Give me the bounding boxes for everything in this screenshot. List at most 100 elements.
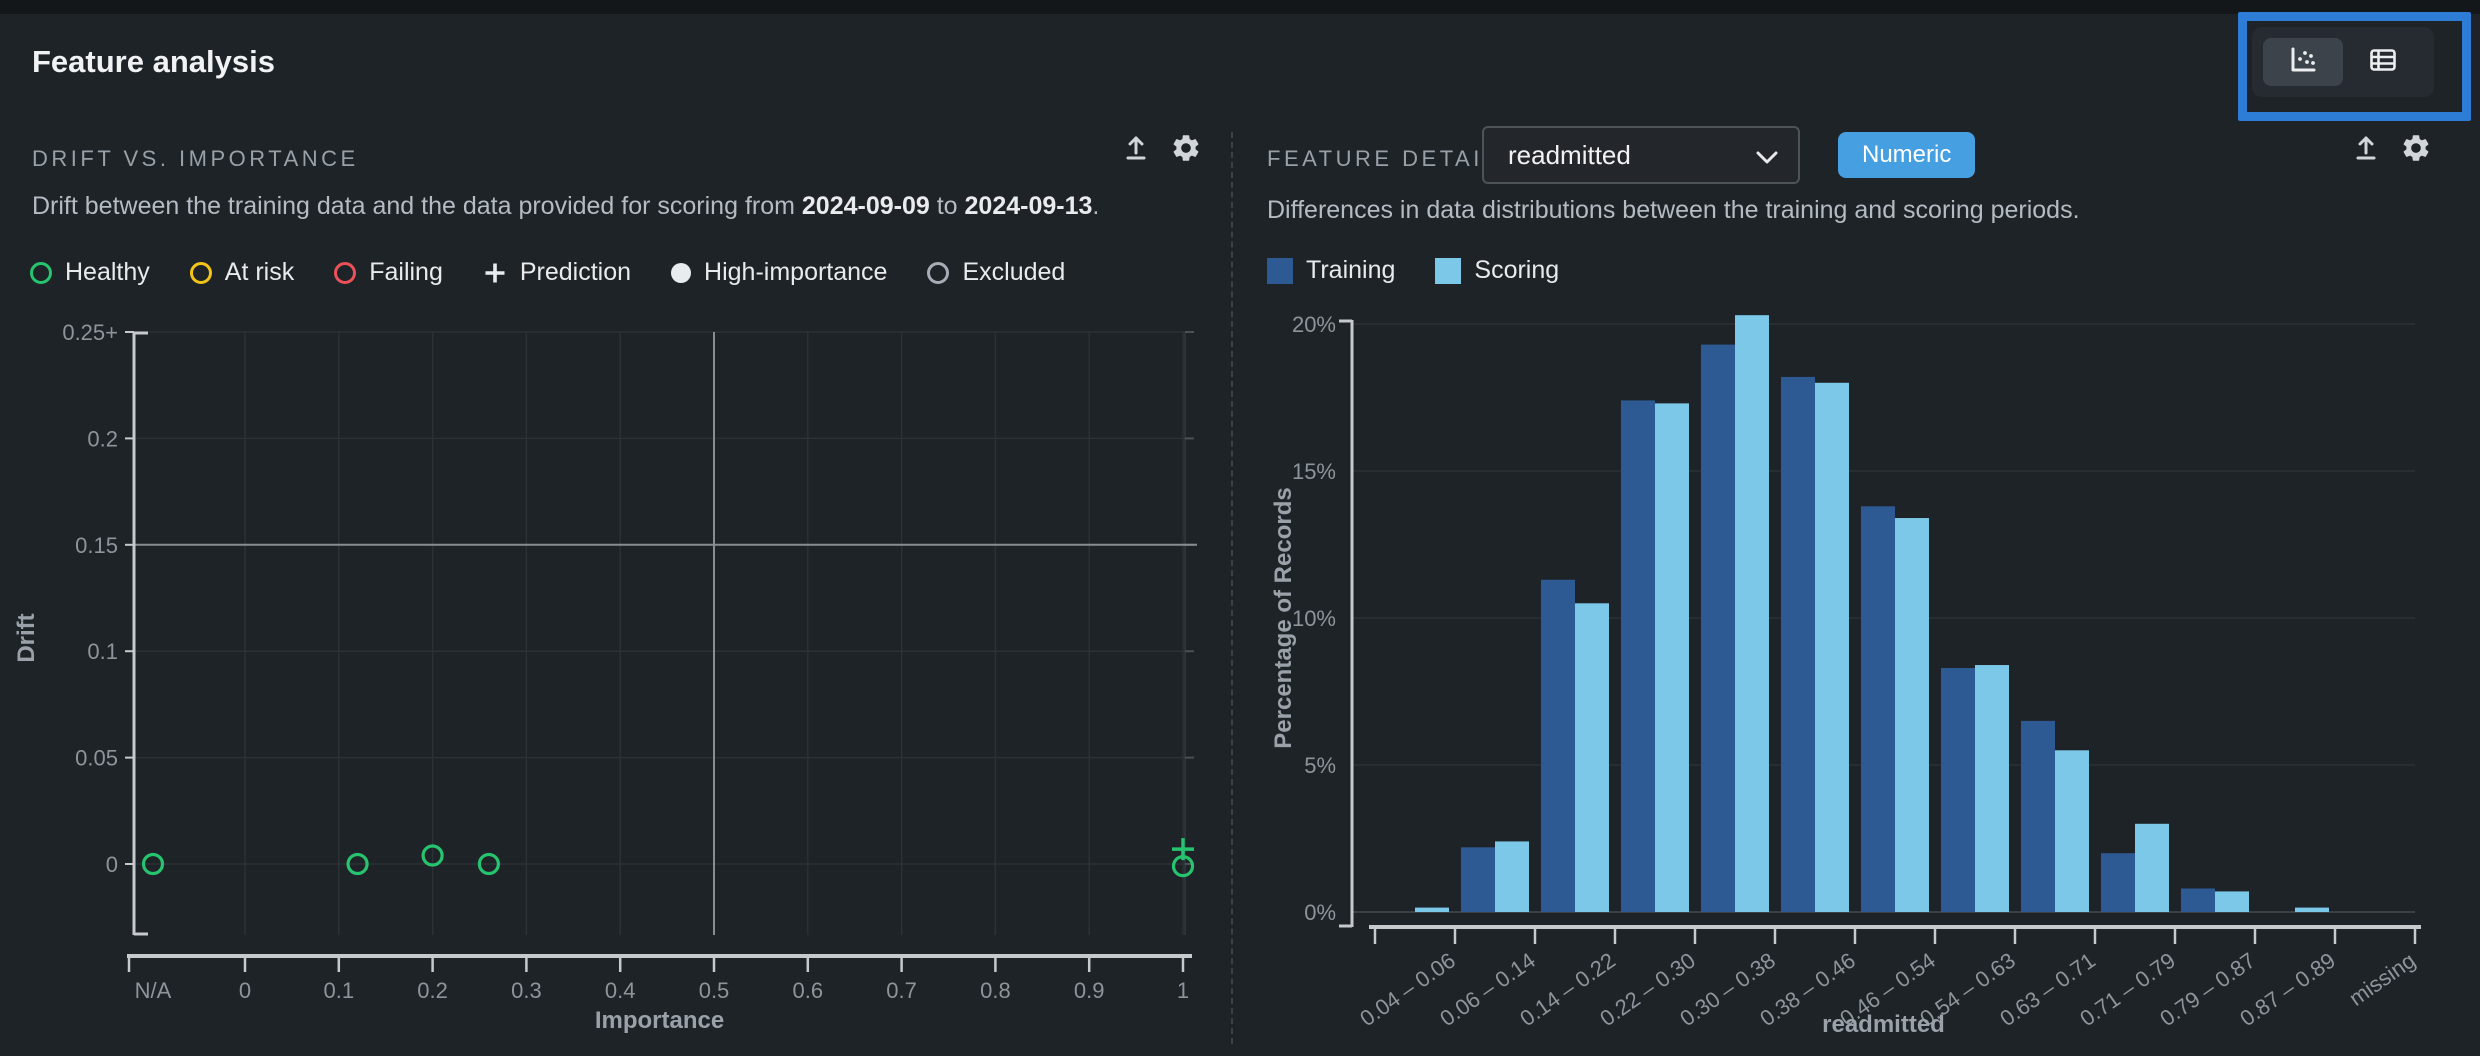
y-tick-label: 0 <box>106 852 118 877</box>
scoring-to-date: 2024-09-13 <box>964 192 1093 220</box>
x-tick-label: 0.7 <box>886 978 917 1003</box>
export-icon <box>2349 131 2383 170</box>
legend-item-healthy[interactable]: Healthy <box>30 258 150 287</box>
legend-item-high-importance[interactable]: High-importance <box>671 258 887 287</box>
drift-description: Drift between the training data and the … <box>32 192 1099 221</box>
square-icon <box>1435 257 1462 284</box>
x-tick-label: 0.3 <box>511 978 542 1003</box>
y-axis-title: Percentage of Records <box>1270 487 1297 748</box>
x-tick-label: 0.9 <box>1074 978 1105 1003</box>
feature-settings-button[interactable] <box>2398 132 2434 168</box>
drift-legend: Healthy At risk Failing Prediction High-impo… <box>30 258 1065 287</box>
drift-vs-importance-chart[interactable]: 0.25+ 0.2 0.15 0.1 0.05 0 N/A 0 0.1 0.2 0.3 0.4 0.5 0… <box>0 320 1233 1056</box>
circle-outline-icon <box>927 261 950 284</box>
y-tick-label: 20% <box>1292 312 1336 337</box>
x-tick-label: 0 <box>239 978 251 1003</box>
scoring-bar <box>2215 891 2249 912</box>
feature-description: Differences in data distributions betwee… <box>1267 196 2080 224</box>
scoring-bar <box>1735 315 1769 912</box>
legend-item-prediction[interactable]: Prediction <box>483 258 631 287</box>
view-toggle-group <box>2252 27 2434 97</box>
chart-view-button[interactable] <box>2263 38 2343 86</box>
feature-distribution-chart[interactable]: 20%15%10%5%0%0.04 – 0.060.06 – 0.140.14 … <box>1265 300 2480 1056</box>
scoring-from-date: 2024-09-09 <box>801 192 930 220</box>
y-tick-label: 0.15 <box>75 533 118 558</box>
circle-filled-icon <box>671 262 692 283</box>
chevron-down-icon <box>1756 140 1778 171</box>
panel-divider <box>1231 132 1233 1044</box>
legend-label: Training <box>1306 256 1396 284</box>
y-tick-label: 10% <box>1292 606 1336 631</box>
feature-panel-header: FEATURE DETAILS <box>1267 146 1517 171</box>
legend-item-failing[interactable]: Failing <box>334 258 443 287</box>
feature-select[interactable]: readmitted <box>1482 126 1800 184</box>
x-tick-label: N/A <box>135 978 172 1003</box>
feature-legend: Training Scoring <box>1267 256 1559 285</box>
legend-item-at-risk[interactable]: At risk <box>189 258 295 287</box>
x-axis <box>127 954 1192 958</box>
scoring-bar <box>1655 403 1689 912</box>
legend-label: Excluded <box>962 258 1066 286</box>
training-bar <box>1701 344 1735 912</box>
drift-panel-header: DRIFT VS. IMPORTANCE <box>32 146 359 171</box>
scoring-bar <box>1895 518 1929 912</box>
legend-label: At risk <box>224 258 295 286</box>
legend-label: Failing <box>369 258 443 286</box>
training-bar <box>1781 376 1815 912</box>
training-bar <box>1461 847 1495 912</box>
x-tick-label: 0.2 <box>417 978 448 1003</box>
legend-item-scoring[interactable]: Scoring <box>1435 256 1559 285</box>
y-tick-label: 0.05 <box>75 746 118 771</box>
circle-outline-icon <box>189 261 212 284</box>
training-bar <box>1861 506 1895 912</box>
drift-export-button[interactable] <box>1118 132 1154 168</box>
legend-label: Scoring <box>1474 256 1560 284</box>
x-axis-title: readmitted <box>1822 1011 1945 1038</box>
scoring-bar <box>1975 665 2009 912</box>
legend-label: High-importance <box>704 258 888 286</box>
legend-item-excluded[interactable]: Excluded <box>927 258 1065 287</box>
legend-label: Prediction <box>519 258 632 286</box>
y-axis-title: Drift <box>13 613 40 662</box>
feature-type-badge: Numeric <box>1838 132 1976 178</box>
scoring-bar <box>2135 823 2169 912</box>
training-bar <box>1541 579 1575 912</box>
x-axis <box>1369 925 2421 929</box>
circle-outline-icon <box>334 261 357 284</box>
y-tick-label: 0% <box>1304 900 1336 925</box>
page-title: Feature analysis <box>32 44 275 79</box>
scoring-bar <box>2295 907 2329 912</box>
training-bar <box>2101 853 2135 912</box>
training-bar <box>2021 720 2055 912</box>
x-tick-label: 0.5 <box>699 978 730 1003</box>
y-tick-label: 5% <box>1304 753 1336 778</box>
drift-description-text: Drift between the training data and the … <box>32 192 802 220</box>
scoring-bar <box>1495 841 1529 912</box>
training-bar <box>1941 667 1975 912</box>
x-tick-label: missing <box>2344 948 2419 1011</box>
drift-settings-button[interactable] <box>1168 132 1204 168</box>
y-tick-label: 0.2 <box>87 426 118 451</box>
drift-description-suffix: . <box>1092 192 1100 220</box>
gear-icon <box>2400 132 2432 169</box>
square-icon <box>1267 257 1293 284</box>
scoring-bar <box>1815 382 1849 912</box>
feature-export-button[interactable] <box>2348 132 2384 168</box>
x-tick-label: 0.8 <box>980 978 1011 1003</box>
feature-select-value: readmitted <box>1508 139 1631 170</box>
top-strip <box>0 0 2480 14</box>
x-tick-label: 0.1 <box>324 978 355 1003</box>
circle-outline-icon <box>30 261 52 284</box>
scoring-bar <box>1415 907 1449 912</box>
x-axis-title: Importance <box>595 1007 724 1034</box>
legend-label: Healthy <box>65 258 150 286</box>
legend-item-training[interactable]: Training <box>1267 256 1395 285</box>
x-tick-label: 1 <box>1177 978 1189 1003</box>
training-bar <box>2181 888 2215 912</box>
training-bar <box>1621 400 1655 912</box>
table-view-button[interactable] <box>2343 38 2423 86</box>
table-icon <box>2366 43 2400 82</box>
x-tick-label: 0.6 <box>793 978 824 1003</box>
gear-icon <box>1170 132 1202 169</box>
export-icon <box>1119 131 1153 170</box>
